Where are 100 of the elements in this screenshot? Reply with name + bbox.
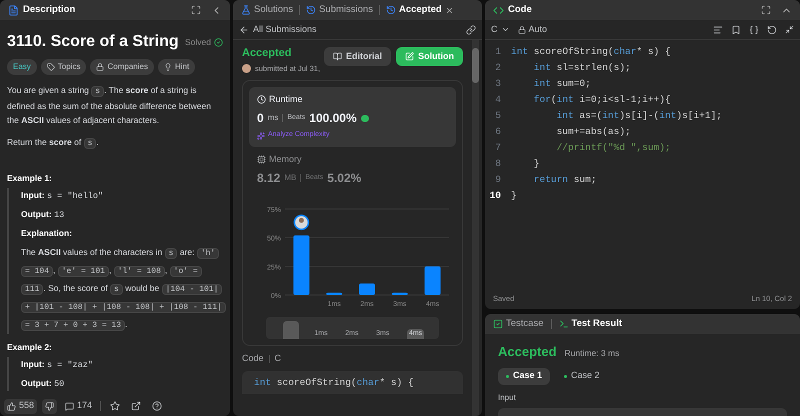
solved-status: Solved bbox=[185, 36, 211, 49]
comments-button[interactable]: 174 bbox=[62, 398, 96, 414]
result-status: Accepted bbox=[498, 343, 557, 361]
chart-bar[interactable] bbox=[424, 266, 441, 296]
bookmark-icon[interactable] bbox=[731, 24, 741, 34]
flask-icon bbox=[241, 5, 251, 15]
description-paragraph: Return the score of s . bbox=[7, 136, 100, 151]
case-tab[interactable]: Case 1 bbox=[498, 368, 550, 384]
description-paragraph: You are given a string s . The score of a string is defined as the sum of the absolute difference between the ASCII values of adjacent characters. bbox=[7, 84, 212, 127]
code-line: int as=(int)s[i]-(int)s[i+1]; bbox=[556, 109, 722, 123]
chevron-down-icon bbox=[500, 25, 510, 34]
stat-unit: MB bbox=[284, 172, 296, 184]
share-icon[interactable] bbox=[131, 401, 142, 411]
line-number: 6 bbox=[494, 125, 502, 139]
code-line: int sum=0; bbox=[532, 77, 591, 91]
lock-icon bbox=[518, 26, 526, 34]
close-icon[interactable] bbox=[444, 6, 454, 14]
check-icon bbox=[214, 38, 223, 46]
help-icon[interactable] bbox=[152, 401, 162, 411]
chip-icon bbox=[257, 155, 266, 164]
submission-status: Accepted bbox=[242, 46, 293, 61]
panel-tab[interactable]: Accepted bbox=[386, 2, 454, 18]
tag-icon bbox=[46, 63, 55, 71]
arrow-left-icon bbox=[239, 24, 249, 34]
code-line: return sum; bbox=[532, 173, 597, 187]
example-output-text: Output: 50 bbox=[21, 377, 66, 391]
code-line: int scoreOfString(char* s) { bbox=[511, 45, 671, 59]
edit-icon bbox=[405, 52, 414, 61]
line-number: 3 bbox=[494, 77, 502, 91]
avatar-marker-icon bbox=[294, 214, 310, 230]
line-number: 5 bbox=[494, 109, 502, 123]
runtime-text: Runtime: 3 ms bbox=[564, 347, 620, 360]
lightbulb-icon bbox=[164, 63, 172, 71]
problem-title: 3110. Score of a String bbox=[7, 32, 179, 52]
clock-icon bbox=[257, 95, 266, 104]
history-icon bbox=[386, 5, 396, 15]
code-line: } bbox=[511, 189, 517, 203]
difficulty-badge[interactable]: Easy bbox=[7, 59, 37, 75]
code-line: } bbox=[532, 157, 540, 171]
beats-value: 5.02% bbox=[327, 170, 362, 188]
line-number: 9 bbox=[494, 173, 502, 187]
link-icon[interactable] bbox=[466, 24, 476, 34]
code-line: //printf("%d ",sum); bbox=[556, 141, 671, 155]
code-line: sum+=abs(as); bbox=[556, 125, 631, 139]
input-label: Input bbox=[498, 392, 517, 404]
example-output-text: Output: 13 bbox=[21, 208, 66, 222]
panel-tab[interactable]: Solutions bbox=[241, 2, 294, 18]
panel-tab[interactable]: Testcase bbox=[493, 316, 544, 332]
tag-chip[interactable]: Hint bbox=[158, 59, 196, 75]
stat-unit: ms bbox=[268, 112, 278, 124]
dislike-button[interactable] bbox=[42, 398, 58, 414]
code-editor[interactable]: 1 int scoreOfString(char* s) { 2 int sl=strlen(s); 3 int sum=0; 4 for(int i=0;i<sl-1;i++){ 5 int as=(int)s[i]-(int)s[i+1]; 6 sum+=abs(as); 7 //printf("%d ",sum); 8 } 9 return sum; 10 } bbox=[485, 40, 800, 289]
editorial-button[interactable]: Editorial bbox=[324, 47, 392, 66]
avatar bbox=[242, 64, 251, 73]
example-input-text: Input: s = "hello" bbox=[21, 189, 104, 203]
chart-bar[interactable] bbox=[359, 284, 375, 296]
back-link[interactable]: All Submissions bbox=[239, 22, 317, 36]
format-icon[interactable] bbox=[713, 24, 723, 34]
panel-tab[interactable]: Test Result bbox=[558, 316, 622, 332]
thumbs-up-icon bbox=[7, 402, 16, 410]
line-number: 10 bbox=[488, 189, 502, 203]
reset-icon[interactable] bbox=[767, 24, 777, 34]
chart-bar[interactable] bbox=[326, 292, 342, 296]
terminal-icon bbox=[558, 319, 568, 329]
line-number: 8 bbox=[494, 157, 502, 171]
code-line: int sl=strlen(s); bbox=[532, 61, 631, 75]
code-line: for(int i=0;i<sl-1;i++){ bbox=[532, 93, 671, 107]
line-number: 4 bbox=[494, 93, 502, 107]
document-icon bbox=[8, 4, 19, 16]
stat-label: Memory bbox=[269, 152, 302, 166]
mode-label: Auto bbox=[528, 22, 548, 36]
braces-icon[interactable] bbox=[749, 24, 759, 34]
example-input-text: Input: s = "zaz" bbox=[21, 358, 94, 372]
language-label: C bbox=[274, 352, 282, 366]
explanation-heading: Explanation: bbox=[21, 227, 74, 240]
maximize-icon[interactable] bbox=[191, 5, 201, 15]
scrollbar[interactable] bbox=[472, 40, 479, 416]
line-number: 1 bbox=[494, 45, 502, 59]
panel-tab[interactable]: Description bbox=[23, 2, 76, 18]
maximize-icon[interactable] bbox=[761, 5, 771, 15]
case-tab[interactable]: Case 2 bbox=[556, 368, 608, 384]
stat-value: 8.12 bbox=[257, 170, 280, 188]
code-snippet: int scoreOfString(char* s) { bbox=[242, 370, 463, 394]
tag-chip[interactable]: Companies bbox=[90, 59, 154, 75]
like-button[interactable]: 558 bbox=[4, 398, 38, 414]
chart-bar[interactable] bbox=[293, 236, 310, 296]
range-handle[interactable] bbox=[283, 321, 299, 340]
chart-bar[interactable] bbox=[392, 292, 408, 296]
shrink-icon[interactable] bbox=[785, 25, 794, 34]
thumbs-down-icon bbox=[45, 402, 54, 410]
code-icon bbox=[493, 4, 504, 16]
panel-tab[interactable]: Code bbox=[508, 2, 532, 18]
stat-label: Runtime bbox=[269, 92, 303, 106]
checkbox-icon bbox=[493, 319, 503, 329]
panel-tab[interactable]: Submissions bbox=[306, 2, 373, 18]
history-icon bbox=[306, 5, 316, 15]
star-icon[interactable] bbox=[110, 401, 120, 411]
sparkle-icon bbox=[257, 132, 265, 140]
tag-chip[interactable]: Topics bbox=[40, 59, 86, 75]
language-dropdown[interactable]: C bbox=[491, 22, 510, 36]
